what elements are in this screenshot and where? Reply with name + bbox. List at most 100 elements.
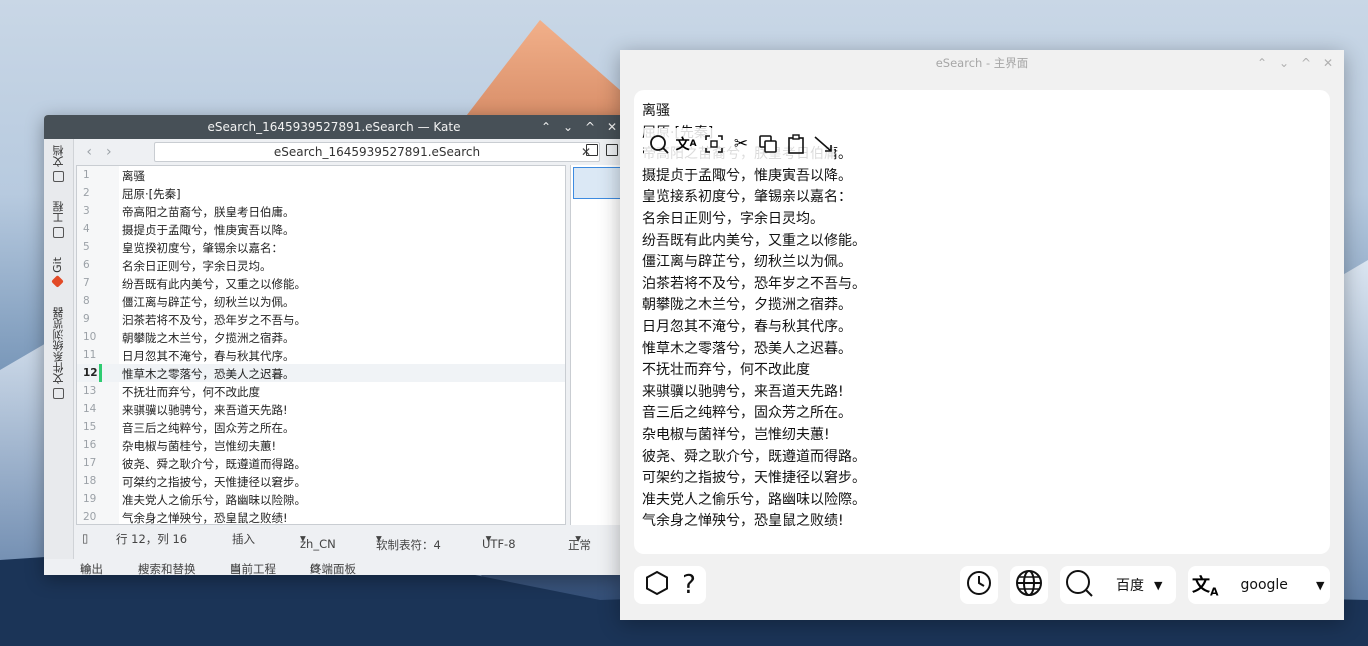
copy-icon[interactable] [758, 133, 779, 155]
split-view-icon[interactable] [606, 144, 618, 156]
new-tab-icon[interactable] [586, 144, 598, 156]
line-number: 7 [83, 277, 90, 289]
ocr-text-line: 离骚 [642, 103, 670, 119]
ocr-text-line: 惟草木之零落兮，恐美人之迟暮。 [642, 340, 852, 357]
forward-icon[interactable]: › [106, 144, 112, 160]
wrap-icon[interactable] [813, 133, 834, 155]
back-icon[interactable]: ‹ [86, 144, 92, 160]
line-text: 离骚 [122, 169, 145, 183]
line-number: 18 [83, 475, 97, 487]
keep-above-icon[interactable]: ⌃ [1256, 56, 1268, 70]
editor-line[interactable]: 6 名余日正则兮，字余日灵均。 [77, 256, 565, 274]
ocr-text-line: 泊茶若将不及兮，恐年岁之不吾与。 [642, 275, 866, 292]
line-number: 1 [83, 169, 90, 181]
esearch-titlebar[interactable]: eSearch - 主界面 ⌃ ⌄ ^ ✕ [620, 50, 1344, 76]
editor-line[interactable]: 1 离骚 [77, 166, 565, 184]
line-number: 17 [83, 457, 97, 469]
esearch-window: eSearch - 主界面 ⌃ ⌄ ^ ✕ 离骚屈原·[先秦]帝高阳之苗裔兮，朕… [620, 50, 1344, 620]
search-icon [1064, 568, 1094, 602]
cursor-position[interactable]: 行 12，列 16 [116, 531, 187, 547]
sidebar-tab-projects[interactable]: 工程 [51, 201, 67, 238]
sidebar-tab-documents[interactable]: 文档 [51, 145, 67, 182]
document-icon [53, 171, 65, 182]
line-number: 2 [83, 187, 90, 199]
search-icon[interactable] [648, 133, 669, 155]
browser-button[interactable] [1010, 566, 1048, 604]
minimap-scrollbar[interactable] [570, 165, 624, 525]
folder-icon [53, 388, 65, 399]
editor-area[interactable]: 1 离骚 2 屈原·[先秦] 3 帝高阳之苗裔兮，朕皇考日伯庸。 4 摄提贞于孟陬兮，惟庚寅吾… [76, 165, 566, 525]
line-number: 14 [83, 403, 97, 415]
translate-icon[interactable]: 文A [675, 133, 697, 155]
cut-icon[interactable]: ✂ [730, 133, 751, 155]
sidebar-tab-git[interactable]: Git [51, 257, 64, 288]
language-label: zh_CN [300, 537, 336, 551]
help-icon[interactable]: ? [682, 570, 696, 600]
search-engine-select[interactable]: 百度 ▼ [1060, 566, 1176, 604]
editor-line[interactable]: 9 汩茶若将不及兮，恐年岁之不吾与。 [77, 310, 565, 328]
ocr-text-line: 音三后之纯粹兮，固众芳之所在。 [642, 405, 852, 422]
editor-line[interactable]: 17 彼尧、舜之耿介兮，既遵道而得路。 [77, 454, 565, 472]
minimize-icon[interactable]: ⌄ [562, 120, 574, 134]
terminal-label: 终端面板 [310, 562, 356, 575]
sidebar-tab-filesystem[interactable]: 文件系统浏览器 [51, 307, 67, 399]
chevron-down-icon: ▼ [1154, 578, 1163, 592]
editor-line[interactable]: 2 屈原·[先秦] [77, 184, 565, 202]
kate-titlebar[interactable]: eSearch_1645939527891.eSearch — Kate ⌃ ⌄… [44, 115, 624, 139]
editor-line[interactable]: 13 不抚壮而弃兮，何不改此度 [77, 382, 565, 400]
scan-icon[interactable] [703, 133, 724, 155]
document-tab[interactable]: eSearch_1645939527891.eSearch ✕ [154, 142, 600, 162]
kate-sidebar: 文档 工程 Git 文件系统浏览器 [44, 139, 74, 559]
indent-setting[interactable]: 软制表符：4 ▾ [376, 531, 441, 552]
editor-line[interactable]: 15 音三后之纯粹兮，固众芳之所在。 [77, 418, 565, 436]
hexagon-icon[interactable] [644, 570, 670, 600]
paste-icon[interactable] [785, 133, 806, 155]
translate-engine-select[interactable]: 文A google ▼ [1188, 566, 1330, 604]
close-icon[interactable]: ✕ [1322, 56, 1334, 70]
line-text: 摄提贞于孟陬兮，惟庚寅吾以降。 [122, 223, 295, 237]
input-mode[interactable]: 插入 [232, 531, 255, 547]
editor-line[interactable]: 19 准夫党人之偷乐兮，路幽昧以险隙。 [77, 490, 565, 508]
editor-line[interactable]: 11 日月忽其不淹兮，春与秋其代序。 [77, 346, 565, 364]
keep-above-icon[interactable]: ⌃ [540, 120, 552, 134]
history-button[interactable] [960, 566, 998, 604]
line-text: 纷吾既有此内美兮，又重之以修能。 [122, 277, 306, 291]
editor-line[interactable]: 10 朝攀陇之木兰兮，夕揽洲之宿莽。 [77, 328, 565, 346]
ocr-text-area[interactable]: 离骚屈原·[先秦]帝高阳之苗裔兮，朕皇考日伯庸。摄提贞于孟陬兮，惟庚寅吾以降。皇… [634, 90, 1330, 554]
line-text: 气余身之惮殃兮，恐皇鼠之败绩! [122, 511, 288, 525]
line-text: 可桀约之指披兮，天惟捷径以窘步。 [122, 475, 306, 489]
line-text: 彼尧、舜之耿介兮，既遵道而得路。 [122, 457, 306, 471]
editor-line[interactable]: 3 帝高阳之苗裔兮，朕皇考日伯庸。 [77, 202, 565, 220]
editor-line[interactable]: 16 杂电椒与菌桂兮，岂惟纫夫蕙! [77, 436, 565, 454]
editor-line[interactable]: 7 纷吾既有此内美兮，又重之以修能。 [77, 274, 565, 292]
editor-line[interactable]: 5 皇览揆初度兮，肇锡余以嘉名： [77, 238, 565, 256]
editor-line[interactable]: 20 气余身之惮殃兮，恐皇鼠之败绩! [77, 508, 565, 525]
editor-line[interactable]: 4 摄提贞于孟陬兮，惟庚寅吾以降。 [77, 220, 565, 238]
editor-line[interactable]: 8 僵江离与辟芷兮，纫秋兰以为佩。 [77, 292, 565, 310]
ocr-text-line: 气余身之惮殃兮，恐皇鼠之败绩! [642, 513, 844, 530]
mode-select[interactable]: 正常 ▾ [568, 531, 591, 552]
ocr-text-line: 来骐骥以驰骋兮，来吾道天先路! [642, 383, 844, 400]
line-number: 16 [83, 439, 97, 451]
tool-view-bar: ▭ 输出 ⌕ 搜索和替换 ▤ 当前工程 ⊡ 终端面板 [74, 551, 624, 575]
kate-window-title: eSearch_1645939527891.eSearch — Kate [207, 120, 461, 134]
ocr-text-line: 杂电椒与菌祥兮，岂惟纫夫蕙! [642, 427, 830, 443]
minimize-icon[interactable]: ⌄ [1278, 56, 1290, 70]
line-text: 帝高阳之苗裔兮，朕皇考日伯庸。 [122, 205, 295, 219]
editor-line[interactable]: 12 惟草木之零落兮，恐美人之迟暮。 [77, 364, 565, 382]
line-text: 汩茶若将不及兮，恐年岁之不吾与。 [122, 313, 306, 327]
sidebar-tab-label: 工程 [52, 201, 65, 223]
maximize-icon[interactable]: ^ [1300, 56, 1312, 70]
line-number: 5 [83, 241, 90, 253]
ocr-text-line: 朝攀陇之木兰兮，夕揽洲之宿莽。 [642, 297, 852, 314]
maximize-icon[interactable]: ^ [584, 120, 596, 134]
close-icon[interactable]: ✕ [606, 120, 618, 134]
editor-line[interactable]: 14 来骐骥以驰骋兮，来吾道天先路! [77, 400, 565, 418]
encoding-label: UTF-8 [482, 537, 516, 551]
encoding-select[interactable]: UTF-8 ▾ [482, 531, 516, 551]
line-text: 来骐骥以驰骋兮，来吾道天先路! [122, 403, 288, 417]
language-dict[interactable]: zh_CN ▾ [300, 531, 336, 551]
ocr-text-line: 摄提贞于孟陬兮，惟庚寅吾以降。 [642, 167, 852, 184]
editor-line[interactable]: 18 可桀约之指披兮，天惟捷径以窘步。 [77, 472, 565, 490]
minimap-viewport[interactable] [573, 167, 623, 199]
